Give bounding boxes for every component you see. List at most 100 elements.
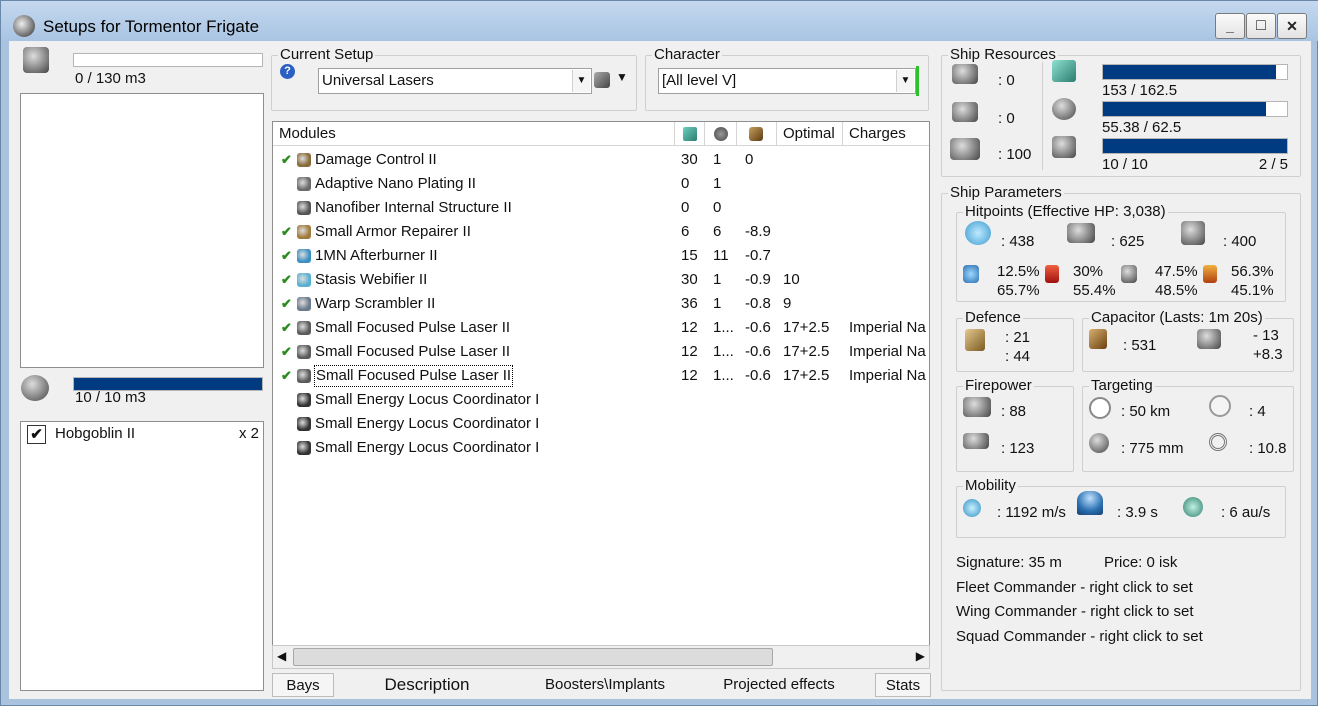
tab-stats[interactable]: Stats [875,673,931,697]
col-header-cpu[interactable] [675,122,705,146]
module-icon [297,153,311,167]
cargo-text: 0 / 130 m3 [75,70,146,87]
col-header-optimal[interactable]: Optimal [777,122,843,146]
title-bar[interactable]: Setups for Tormentor Frigate _ □ ✕ [1,1,1318,41]
close-button[interactable]: ✕ [1277,13,1307,39]
module-row[interactable]: ✔ Warp Scrambler II 36 1 -0.8 9 [273,292,929,316]
turret-hardpoint-icon [952,64,978,84]
drone-checkbox[interactable]: ✔ [27,425,46,444]
calibration-icon [950,138,980,160]
module-name: Small Focused Pulse Laser II [313,365,514,387]
tab-bays[interactable]: Bays [272,673,334,697]
chevron-down-icon[interactable]: ▼ [572,70,590,92]
module-powergrid: 1 [713,175,722,192]
module-active-check-icon[interactable]: ✔ [281,148,292,172]
drone-list[interactable]: ✔ Hobgoblin II x 2 [20,421,264,691]
thermal-resist-bottom: 55.4% [1073,282,1116,299]
col-header-modules[interactable]: Modules [273,122,675,146]
module-charges: Imperial Na [849,343,926,360]
module-row[interactable]: Nanofiber Internal Structure II 0 0 [273,196,929,220]
warp-speed-icon [1183,497,1203,517]
cargo-icon [23,47,49,73]
max-targets: : 4 [1249,403,1266,420]
tab-projected-effects[interactable]: Projected effects [712,673,846,697]
module-row[interactable]: ✔ Small Focused Pulse Laser II 12 1... -0.6 1… [273,364,929,388]
module-active-check-icon[interactable]: ✔ [281,244,292,268]
squad-commander[interactable]: Squad Commander - right click to set [956,628,1203,645]
active-drones-text: 2 / 5 [1258,156,1288,173]
module-row[interactable]: ✔ Damage Control II 30 1 0 [273,148,929,172]
turret-dps-icon [963,397,991,417]
module-row[interactable]: ✔ Small Focused Pulse Laser II 12 1... -0.6 1… [273,316,929,340]
module-row[interactable]: ✔ Small Focused Pulse Laser II 12 1... -0.6 1… [273,340,929,364]
sensor-strength-icon [1209,433,1227,451]
module-powergrid: 1... [713,319,734,336]
fleet-commander[interactable]: Fleet Commander - right click to set [956,579,1193,596]
hull-icon [1181,221,1205,245]
hitpoints-label: Hitpoints (Effective HP: 3,038) [963,203,1168,220]
module-row[interactable]: Small Energy Locus Coordinator I [273,436,929,460]
maximize-button[interactable]: □ [1246,13,1276,39]
setup-tools-icon[interactable] [594,72,610,88]
app-icon [13,15,35,37]
module-row[interactable]: ✔ Stasis Webifier II 30 1 -0.9 10 [273,268,929,292]
tab-boosters-implants[interactable]: Boosters\Implants [530,673,680,697]
module-powergrid: 1... [713,367,734,384]
scroll-right-arrow-icon[interactable]: ▶ [916,649,925,663]
module-powergrid: 11 [713,247,729,264]
tab-description[interactable]: Description [362,673,492,697]
firepower-label: Firepower [963,377,1034,394]
module-optimal: 17+2.5 [783,367,830,384]
launcher-hardpoints: : 0 [998,110,1015,127]
help-icon[interactable]: ? [280,64,295,79]
cargo-list[interactable] [20,93,264,368]
module-powergrid: 1 [713,295,722,312]
col-header-capacitor[interactable] [737,122,777,146]
cpu-icon [683,127,697,141]
kinetic-resist-icon [1121,265,1137,283]
module-active-check-icon[interactable]: ✔ [281,220,292,244]
powergrid-icon [1052,98,1076,120]
modules-horizontal-scrollbar[interactable]: ◀ ▶ [272,645,930,669]
module-active-check-icon[interactable]: ✔ [281,364,292,388]
module-powergrid: 6 [713,223,722,240]
firepower-group: Firepower : 88 : 123 [956,378,1074,472]
scrollbar-thumb[interactable] [293,648,773,666]
chevron-down-icon[interactable]: ▼ [896,70,914,92]
character-select[interactable]: [All level V] ▼ [658,68,916,94]
max-speed: : 1192 m/s [997,504,1066,521]
module-capacitor: -0.6 [745,367,771,384]
module-optimal: 10 [783,271,800,288]
setup-select[interactable]: Universal Lasers ▼ [318,68,592,94]
minimize-button[interactable]: _ [1215,13,1245,39]
module-active-check-icon[interactable]: ✔ [281,292,292,316]
module-active-check-icon[interactable]: ✔ [281,340,292,364]
module-row[interactable]: Small Energy Locus Coordinator I [273,412,929,436]
drone-count: x 2 [238,425,259,442]
module-cpu: 6 [681,223,690,240]
module-powergrid: 1 [713,271,722,288]
character-select-value: [All level V] [662,72,737,89]
col-header-powergrid[interactable] [705,122,737,146]
col-header-charges[interactable]: Charges [843,122,929,146]
module-cpu: 30 [681,151,698,168]
volley-icon [963,433,989,449]
modules-table[interactable]: Modules Optimal Charges ✔ Damage Control … [272,121,930,668]
drone-item[interactable]: ✔ Hobgoblin II x 2 [25,424,261,446]
module-active-check-icon[interactable]: ✔ [281,268,292,292]
module-row[interactable]: Adaptive Nano Plating II 0 1 [273,172,929,196]
scroll-left-arrow-icon[interactable]: ◀ [277,649,286,663]
setup-menu-arrow-icon[interactable]: ▼ [616,70,628,84]
module-row[interactable]: ✔ Small Armor Repairer II 6 6 -8.9 [273,220,929,244]
mobility-label: Mobility [963,477,1018,494]
wing-commander[interactable]: Wing Commander - right click to set [956,603,1194,620]
explosive-resist-top: 56.3% [1231,263,1274,280]
calibration: : 100 [998,146,1032,163]
setup-select-value: Universal Lasers [322,72,434,89]
module-row[interactable]: ✔ 1MN Afterburner II 15 11 -0.7 [273,244,929,268]
sensor-strength: : 10.8 [1249,440,1287,457]
defence-value-1: : 21 [1005,329,1031,346]
explosive-resist-bottom: 45.1% [1231,282,1274,299]
module-active-check-icon[interactable]: ✔ [281,316,292,340]
module-row[interactable]: Small Energy Locus Coordinator I [273,388,929,412]
